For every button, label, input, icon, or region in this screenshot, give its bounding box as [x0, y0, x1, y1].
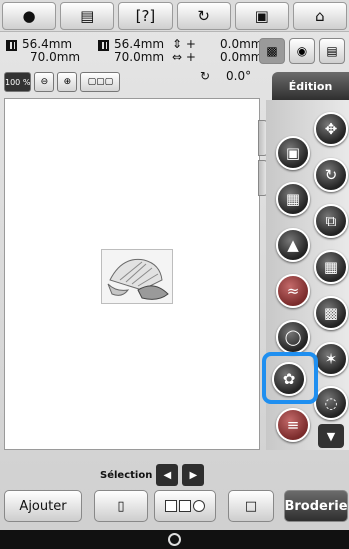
array-button[interactable]: ▦	[314, 250, 348, 284]
arrow-right-icon: ▶	[189, 469, 198, 481]
mirror-icon: ▲	[287, 236, 299, 254]
array-grid-icon: ▦	[323, 258, 339, 276]
zoom-bar: 100 % ⊖ ⊕ ▢▢▢	[4, 72, 121, 92]
memory-button[interactable]: □	[228, 490, 274, 522]
lock-button[interactable]: ▣	[234, 2, 289, 30]
size-button[interactable]: ▣	[276, 136, 310, 170]
thread-color-button[interactable]: ▩	[259, 38, 285, 64]
stitch-button[interactable]: ≈	[276, 274, 310, 308]
triangle-shape-icon	[179, 500, 191, 512]
status-bar	[0, 530, 349, 549]
shield-icon: ◯	[284, 328, 302, 346]
horizontal-offset-icon: ⇔ +	[172, 50, 196, 64]
shell-design-image	[107, 258, 169, 300]
density-button[interactable]: ▦	[276, 182, 310, 216]
eraser-icon: ▯	[117, 498, 125, 514]
horizontal-offset-value: 0.0mm	[220, 50, 263, 64]
broderie-button[interactable]: Broderie	[284, 490, 348, 522]
shape-icons	[165, 500, 205, 512]
home-icon: ⌂	[315, 7, 325, 25]
zoom-out-button[interactable]: ⊖	[34, 72, 55, 92]
zoom-in-icon: ⊕	[63, 77, 72, 87]
zoom-in-button[interactable]: ⊕	[57, 72, 78, 92]
camera-button[interactable]: ●	[2, 2, 57, 30]
rotate-icon: ↻	[324, 166, 338, 184]
document-icon: ▤	[80, 7, 95, 25]
resize-icon: ▣	[285, 144, 301, 162]
select-previous-button[interactable]: ◀	[156, 464, 179, 486]
border-button[interactable]: ▩	[314, 296, 348, 330]
character-spacing-button[interactable]: ◌	[314, 386, 348, 420]
frame-view-icon: ▤	[326, 44, 338, 58]
arrow-left-icon: ◀	[163, 469, 172, 481]
move-button[interactable]: ✥	[314, 112, 348, 146]
design-size-icon	[6, 40, 17, 51]
square-shape-icon	[165, 500, 177, 512]
rotation-value: 0.0°	[226, 69, 252, 83]
border-icon: ▩	[323, 304, 339, 322]
shell-embroidery-design[interactable]	[101, 249, 173, 304]
selected-button-highlight	[262, 352, 318, 404]
abc-text-icon: ≡	[286, 416, 300, 434]
add-button[interactable]: Ajouter	[4, 490, 82, 522]
frame-view-button[interactable]: ▤	[319, 38, 345, 64]
size2-height: 70.0mm	[114, 50, 165, 64]
text-array-button[interactable]: ≡	[276, 408, 310, 442]
lock-icon: ▣	[254, 7, 269, 25]
document-button[interactable]: ▤	[60, 2, 115, 30]
top-toolbar: ● ▤ [?] ↻ ▣ ⌂	[0, 0, 349, 32]
home-button[interactable]: ⌂	[292, 2, 348, 30]
select-next-button[interactable]: ▶	[182, 464, 205, 486]
zoom-out-icon: ⊖	[40, 77, 49, 87]
abc-arc-icon: ◌	[324, 394, 338, 412]
selection-label: Sélection	[100, 469, 153, 481]
rotation-icon: ↻	[200, 69, 211, 83]
camera-view-icon: ◉	[296, 44, 308, 58]
help-icon: [?]	[135, 7, 156, 25]
clock-icon	[168, 533, 181, 546]
grid-layout-icon: ▢▢▢	[87, 77, 114, 87]
delete-button[interactable]: ▯	[94, 490, 148, 522]
memory-icon: □	[244, 498, 258, 514]
help-button[interactable]: [?]	[118, 2, 173, 30]
zoom-level: 100 %	[4, 72, 32, 92]
view-buttons: ▩ ◉ ▤	[259, 38, 345, 64]
move-arrows-icon: ✥	[324, 120, 338, 138]
size1-height: 70.0mm	[30, 50, 81, 64]
circle-shape-icon	[193, 500, 205, 512]
outline-icon: ✶	[324, 350, 338, 368]
applique-button[interactable]: ◯	[276, 320, 310, 354]
embroidery-canvas[interactable]	[4, 98, 260, 450]
group-button[interactable]: ⧉	[314, 204, 348, 238]
layout-view-button[interactable]: ▢▢▢	[80, 72, 121, 92]
density-icon: ▦	[285, 190, 301, 208]
stitch-icon: ≈	[286, 282, 300, 300]
mirror-button[interactable]: ▲	[276, 228, 310, 262]
group-icon: ⧉	[325, 212, 337, 230]
thread-tension-icon: ↻	[197, 7, 210, 25]
scroll-down-button[interactable]: ▼	[318, 424, 344, 448]
thread-color-icon: ▩	[266, 44, 278, 58]
shape-frame-button[interactable]	[154, 490, 216, 522]
tab-edition[interactable]: Édition	[272, 72, 349, 100]
frame-size-icon	[98, 40, 109, 51]
embroidery-edit-screen: ● ▤ [?] ↻ ▣ ⌂ 56.4mm 70.0mm 56.4mm 70.0m…	[0, 0, 349, 549]
selection-row: Sélection ◀ ▶	[100, 464, 205, 486]
rotate-button[interactable]: ↻	[314, 158, 348, 192]
triangle-down-icon: ▼	[326, 429, 336, 443]
bottom-button-row: Ajouter ▯ □ Broderie	[0, 490, 349, 526]
outline-button[interactable]: ✶	[314, 342, 348, 376]
thread-button[interactable]: ↻	[176, 2, 231, 30]
camera-icon: ●	[22, 7, 36, 25]
camera-view-button[interactable]: ◉	[289, 38, 315, 64]
